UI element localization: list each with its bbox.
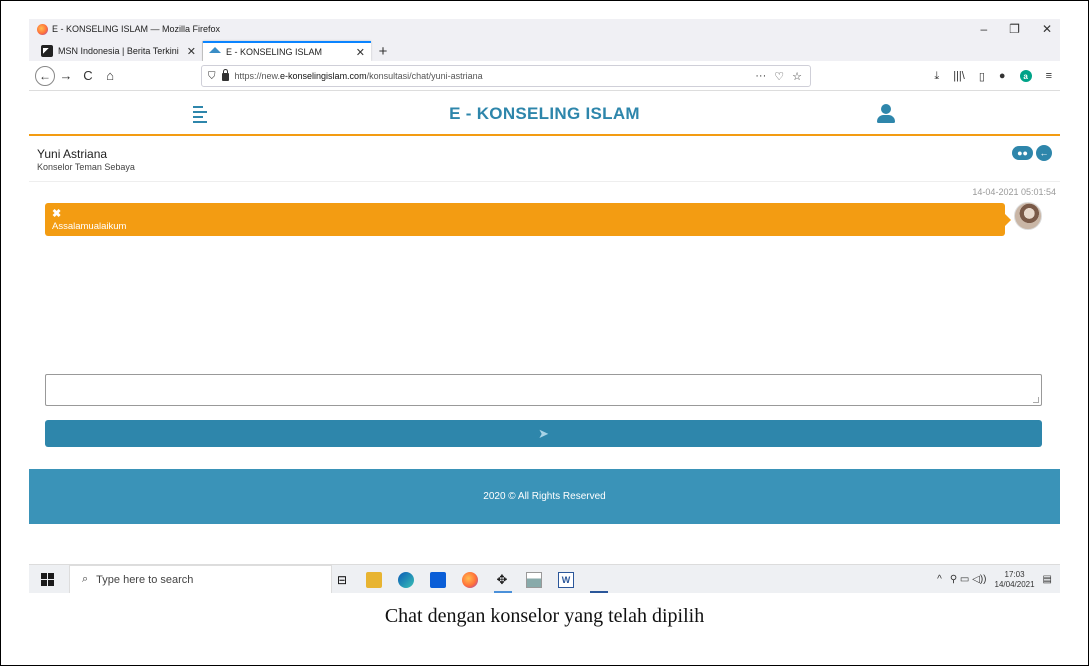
windows-start-icon[interactable] xyxy=(41,572,54,586)
tray-status-icons[interactable]: ⚲ ▭ ◁)) xyxy=(950,574,987,585)
message-timestamp: 14-04-2021 05:01:54 xyxy=(972,187,1056,197)
app-header: E - KONSELING ISLAM xyxy=(29,92,1060,136)
search-icon: ⌕ xyxy=(82,573,89,585)
word-active-indicator xyxy=(590,591,608,593)
send-icon: ➤ xyxy=(538,425,549,441)
edge-icon[interactable] xyxy=(398,571,414,588)
firefox-icon xyxy=(37,23,48,35)
tray-chevron-icon[interactable]: ^ xyxy=(937,574,942,585)
extension-icon[interactable]: ● xyxy=(999,70,1006,82)
forward-button[interactable]: → xyxy=(55,65,77,87)
new-tab-button[interactable]: + xyxy=(373,41,393,61)
pocket-icon[interactable]: ♡ xyxy=(774,70,784,83)
close-window-button[interactable]: ✕ xyxy=(1042,22,1052,36)
chat-message: ✖ Assalamualaikum xyxy=(45,203,1011,236)
tab-label: MSN Indonesia | Berita Terkini | xyxy=(58,46,182,56)
window-titlebar: E - KONSELING ISLAM — Mozilla Firefox – … xyxy=(29,19,1060,39)
clock-date: 14/04/2021 xyxy=(994,579,1035,589)
chat-header: Yuni Astriana Konselor Teman Sebaya ●● ← xyxy=(29,138,1060,182)
footer-text: 2020 © All Rights Reserved xyxy=(483,491,606,502)
screenshot: E - KONSELING ISLAM — Mozilla Firefox – … xyxy=(29,19,1060,593)
file-explorer-icon[interactable] xyxy=(366,571,382,588)
counselor-role: Konselor Teman Sebaya xyxy=(37,162,135,172)
nav-bar: ← → C ⌂ ⛉ https://new.e-konselingislam.c… xyxy=(29,61,1060,91)
home-button[interactable]: ⌂ xyxy=(99,65,121,87)
lock-icon[interactable] xyxy=(221,69,229,81)
system-tray: ^ ⚲ ▭ ◁)) 17:03 14/04/2021 ▤ xyxy=(937,565,1052,593)
task-view-icon[interactable]: ⊟ xyxy=(334,572,350,588)
send-button[interactable]: ➤ xyxy=(45,420,1042,447)
tab-close-icon[interactable]: ✕ xyxy=(187,45,196,58)
user-profile-icon[interactable] xyxy=(877,104,895,124)
message-input[interactable] xyxy=(45,374,1042,406)
tab-msn[interactable]: MSN Indonesia | Berita Terkini | ✕ xyxy=(35,41,203,61)
msn-favicon-icon xyxy=(41,45,53,57)
taskbar-search[interactable]: ⌕ Type here to search xyxy=(69,565,332,593)
store-icon[interactable] xyxy=(526,571,542,588)
clock[interactable]: 17:03 14/04/2021 xyxy=(995,570,1035,590)
konseling-favicon-icon xyxy=(209,47,221,57)
window-title: E - KONSELING ISLAM — Mozilla Firefox xyxy=(52,24,221,34)
tracking-shield-icon[interactable]: ⛉ xyxy=(208,71,216,82)
reload-button[interactable]: C xyxy=(77,65,99,87)
clock-time: 17:03 xyxy=(1004,569,1025,579)
sender-avatar xyxy=(1014,202,1042,230)
library-icon[interactable]: |||\ xyxy=(953,70,965,82)
restore-button[interactable]: ❐ xyxy=(1009,22,1020,36)
counselor-name: Yuni Astriana xyxy=(37,147,108,161)
app-title: E - KONSELING ISLAM xyxy=(449,104,640,123)
web-page: E - KONSELING ISLAM Yuni Astriana Konsel… xyxy=(29,92,1060,561)
taskbar: ⌕ Type here to search ⊟ ✥ W ^ ⚲ ▭ ◁)) 17… xyxy=(29,564,1060,593)
url-text[interactable]: https://new.e-konselingislam.com/konsult… xyxy=(235,71,483,81)
bookmark-star-icon[interactable]: ☆ xyxy=(792,70,802,83)
page-footer: 2020 © All Rights Reserved xyxy=(29,469,1060,524)
page-actions-icon[interactable]: ··· xyxy=(755,70,766,83)
back-arrow-button[interactable]: ← xyxy=(1036,145,1052,161)
back-button[interactable]: ← xyxy=(35,65,55,86)
mail-icon[interactable] xyxy=(430,571,446,588)
tab-close-icon[interactable]: ✕ xyxy=(356,46,365,59)
chat-bubble-button[interactable]: ●● xyxy=(1012,146,1033,160)
minimize-button[interactable]: – xyxy=(980,22,987,36)
account-icon[interactable]: a xyxy=(1019,70,1032,82)
toolbar-right: ⤓ |||\ ▯ ● a ≡ xyxy=(934,61,1052,91)
search-placeholder: Type here to search xyxy=(96,573,194,586)
sidebar-icon[interactable]: ▯ xyxy=(979,70,985,83)
delete-message-icon[interactable]: ✖ xyxy=(52,207,61,220)
firefox-taskbar-icon[interactable] xyxy=(462,571,478,588)
tab-label: E - KONSELING ISLAM xyxy=(226,47,323,57)
dropbox-icon[interactable]: ✥ xyxy=(494,572,510,588)
tab-konseling[interactable]: E - KONSELING ISLAM ✕ xyxy=(203,41,371,61)
firefox-active-indicator xyxy=(494,591,512,593)
download-icon[interactable]: ⤓ xyxy=(934,70,939,83)
figure-frame: E - KONSELING ISLAM — Mozilla Firefox – … xyxy=(0,0,1089,666)
notifications-icon[interactable]: ▤ xyxy=(1043,574,1052,585)
figure-caption: Chat dengan konselor yang telah dipilih xyxy=(384,605,705,627)
url-bar[interactable]: ⛉ https://new.e-konselingislam.com/konsu… xyxy=(201,65,811,87)
word-icon[interactable]: W xyxy=(558,571,574,588)
message-text: Assalamualaikum xyxy=(52,221,127,232)
tab-strip: MSN Indonesia | Berita Terkini | ✕ E - K… xyxy=(29,39,1060,61)
window-controls: – ❐ ✕ xyxy=(980,19,1052,39)
menu-icon[interactable]: ≡ xyxy=(1046,70,1052,82)
